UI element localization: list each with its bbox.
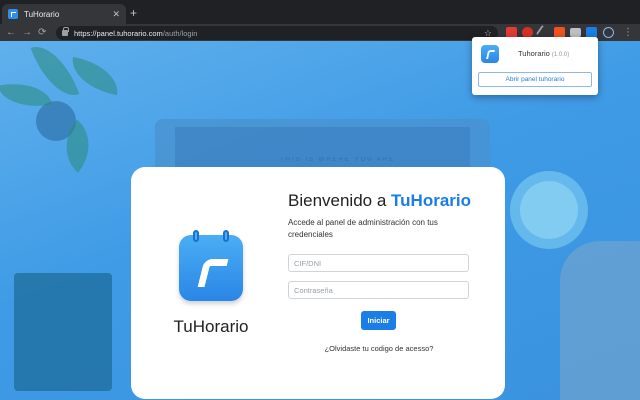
brand-name: TuHorario — [173, 317, 249, 336]
tuhorario-favicon-icon — [8, 9, 18, 19]
cif-dni-input[interactable] — [288, 254, 469, 272]
new-tab-button[interactable]: + — [130, 7, 137, 19]
logo-ring — [193, 230, 199, 242]
background-laptop-text: THIS IS WHERE YOU ARE — [280, 157, 396, 163]
forward-arrow-icon[interactable]: → — [22, 26, 32, 39]
tab-title: TuHorario — [24, 9, 60, 19]
password-input[interactable] — [288, 281, 469, 299]
login-button[interactable]: Iniciar — [361, 311, 396, 330]
welcome-brand: TuHorario — [391, 191, 472, 210]
popup-app-name: Tuhorario — [518, 49, 550, 58]
logo-ring — [223, 230, 229, 242]
login-subtitle: Accede al panel de administración con tu… — [288, 218, 438, 239]
background-coffee — [520, 181, 578, 239]
menu-icon[interactable]: ⋮ — [623, 26, 633, 39]
tab-tuhorario[interactable]: TuHorario ✕ — [2, 4, 126, 24]
popup-title: Tuhorario (1.0.0) — [518, 49, 569, 58]
clock-hand-mark — [486, 50, 495, 59]
popup-version: (1.0.0) — [551, 52, 570, 58]
reload-icon[interactable]: ⟳ — [38, 26, 46, 39]
url-host: panel.tuhorario.com — [96, 28, 163, 38]
ext-briefcase-icon[interactable] — [570, 28, 581, 37]
back-arrow-icon[interactable]: ← — [6, 26, 16, 39]
login-card: TuHorario Bienvenido a TuHorario Accede … — [131, 167, 505, 399]
forgot-code-link[interactable]: ¿Olvidaste tu codigo de acesso? — [323, 344, 435, 353]
open-panel-button[interactable]: Abrir panel tuhorario — [478, 72, 592, 87]
tuhorario-logo-icon — [179, 230, 243, 301]
url-scheme: https:// — [74, 28, 97, 38]
close-icon[interactable]: ✕ — [112, 9, 120, 19]
lock-icon[interactable] — [62, 27, 69, 36]
welcome-prefix: Bienvenido a — [288, 191, 387, 210]
tuhorario-popup-icon — [481, 45, 499, 63]
background-notebook — [14, 273, 112, 391]
clock-hand-mark — [197, 259, 229, 287]
page-title: Bienvenido a TuHorario — [288, 191, 471, 211]
url-path: /auth/login — [162, 28, 198, 38]
extension-popup: Tuhorario (1.0.0) Abrir panel tuhorario — [472, 37, 598, 95]
profile-avatar-icon[interactable] — [603, 27, 614, 38]
tab-strip: TuHorario ✕ + — [0, 0, 640, 24]
url-text: https://panel.tuhorario.com/auth/login — [74, 29, 197, 38]
address-bar[interactable]: https://panel.tuhorario.com/auth/login ☆ — [56, 26, 498, 40]
background-hand — [560, 241, 640, 400]
